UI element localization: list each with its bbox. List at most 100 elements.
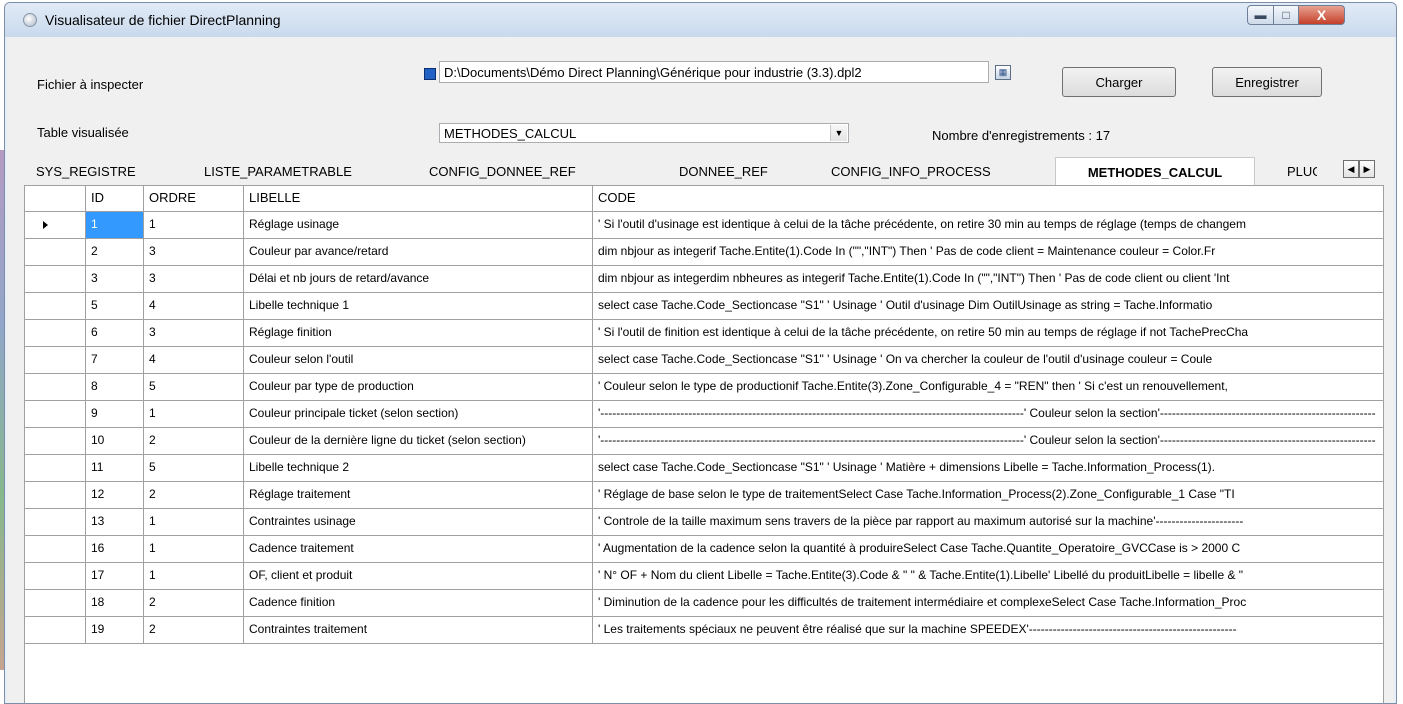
cell-code[interactable]: select case Tache.Code_Sectioncase "S1" … bbox=[593, 293, 1383, 320]
table-row[interactable]: 11 5 Libelle technique 2 select case Tache.… bbox=[25, 455, 1383, 482]
cell-id[interactable]: 11 bbox=[86, 455, 144, 482]
row-selector[interactable] bbox=[25, 293, 86, 320]
column-header-id[interactable]: ID bbox=[86, 186, 144, 212]
cell-libelle[interactable]: Cadence finition bbox=[244, 590, 593, 617]
cell-id[interactable]: 19 bbox=[86, 617, 144, 644]
table-row[interactable]: 13 1 Contraintes usinage ' Controle de la t… bbox=[25, 509, 1383, 536]
cell-code[interactable]: '---------------------------------------… bbox=[593, 428, 1383, 455]
cell-ordre[interactable]: 1 bbox=[144, 212, 244, 239]
cell-libelle[interactable]: Couleur par type de production bbox=[244, 374, 593, 401]
dropdown-arrow-icon[interactable]: ▼ bbox=[830, 125, 847, 141]
cell-ordre[interactable]: 4 bbox=[144, 347, 244, 374]
row-header-corner[interactable] bbox=[25, 186, 86, 212]
cell-ordre[interactable]: 1 bbox=[144, 536, 244, 563]
table-row[interactable]: 12 2 Réglage traitement ' Réglage de base s… bbox=[25, 482, 1383, 509]
maximize-button[interactable]: □ bbox=[1273, 5, 1299, 25]
cell-libelle[interactable]: OF, client et produit bbox=[244, 563, 593, 590]
row-selector[interactable] bbox=[25, 428, 86, 455]
row-selector[interactable] bbox=[25, 563, 86, 590]
cell-ordre[interactable]: 1 bbox=[144, 563, 244, 590]
title-bar[interactable]: Visualisateur de fichier DirectPlanning … bbox=[5, 3, 1396, 37]
cell-ordre[interactable]: 2 bbox=[144, 590, 244, 617]
row-selector[interactable] bbox=[25, 482, 86, 509]
cell-ordre[interactable]: 2 bbox=[144, 428, 244, 455]
cell-id[interactable]: 9 bbox=[86, 401, 144, 428]
cell-libelle[interactable]: Couleur principale ticket (selon section… bbox=[244, 401, 593, 428]
cell-ordre[interactable]: 5 bbox=[144, 374, 244, 401]
cell-code[interactable]: ' N° OF + Nom du client Libelle = Tache.… bbox=[593, 563, 1383, 590]
cell-ordre[interactable]: 4 bbox=[144, 293, 244, 320]
cell-id[interactable]: 6 bbox=[86, 320, 144, 347]
cell-code[interactable]: select case Tache.Code_Sectioncase "S1" … bbox=[593, 455, 1383, 482]
file-path-field[interactable]: D:\Documents\Démo Direct Planning\Généri… bbox=[439, 61, 989, 83]
table-row[interactable]: 5 4 Libelle technique 1 select case Tache.C… bbox=[25, 293, 1383, 320]
tab-plug[interactable]: PLUG bbox=[1287, 164, 1317, 179]
cell-code[interactable]: dim nbjour as integerdim nbheures as int… bbox=[593, 266, 1383, 293]
row-selector[interactable] bbox=[25, 347, 86, 374]
cell-ordre[interactable]: 3 bbox=[144, 266, 244, 293]
table-row[interactable]: 19 2 Contraintes traitement ' Les traitemen… bbox=[25, 617, 1383, 644]
cell-id[interactable]: 1 bbox=[86, 212, 144, 239]
cell-id[interactable]: 10 bbox=[86, 428, 144, 455]
cell-libelle[interactable]: Contraintes traitement bbox=[244, 617, 593, 644]
cell-libelle[interactable]: Libelle technique 1 bbox=[244, 293, 593, 320]
cell-id[interactable]: 3 bbox=[86, 266, 144, 293]
row-selector[interactable] bbox=[25, 401, 86, 428]
tab-liste-parametrable[interactable]: LISTE_PARAMETRABLE bbox=[204, 164, 352, 179]
browse-icon[interactable]: ▦ bbox=[995, 65, 1011, 80]
tab-sys-registre[interactable]: SYS_REGISTRE bbox=[36, 164, 136, 179]
table-row[interactable]: 9 1 Couleur principale ticket (selon secti… bbox=[25, 401, 1383, 428]
table-row[interactable]: 18 2 Cadence finition ' Diminution de la ca… bbox=[25, 590, 1383, 617]
table-row[interactable]: 3 3 Délai et nb jours de retard/avance dim … bbox=[25, 266, 1383, 293]
cell-libelle[interactable]: Couleur par avance/retard bbox=[244, 239, 593, 266]
tab-scroll-left-icon[interactable]: ◀ bbox=[1343, 160, 1359, 178]
cell-libelle[interactable]: Délai et nb jours de retard/avance bbox=[244, 266, 593, 293]
tab-scroll-right-icon[interactable]: ▶ bbox=[1359, 160, 1375, 178]
cell-libelle[interactable]: Couleur de la dernière ligne du ticket (… bbox=[244, 428, 593, 455]
minimize-button[interactable]: ▬ bbox=[1247, 5, 1274, 25]
tab-config-info-process[interactable]: CONFIG_INFO_PROCESS bbox=[831, 164, 991, 179]
column-header-libelle[interactable]: LIBELLE bbox=[244, 186, 593, 212]
cell-ordre[interactable]: 3 bbox=[144, 239, 244, 266]
cell-id[interactable]: 7 bbox=[86, 347, 144, 374]
cell-ordre[interactable]: 2 bbox=[144, 617, 244, 644]
cell-id[interactable]: 2 bbox=[86, 239, 144, 266]
cell-id[interactable]: 13 bbox=[86, 509, 144, 536]
cell-code[interactable]: select case Tache.Code_Sectioncase "S1" … bbox=[593, 347, 1383, 374]
cell-id[interactable]: 16 bbox=[86, 536, 144, 563]
cell-code[interactable]: ' Augmentation de la cadence selon la qu… bbox=[593, 536, 1383, 563]
cell-libelle[interactable]: Couleur selon l'outil bbox=[244, 347, 593, 374]
cell-id[interactable]: 8 bbox=[86, 374, 144, 401]
cell-code[interactable]: '---------------------------------------… bbox=[593, 401, 1383, 428]
load-button[interactable]: Charger bbox=[1062, 67, 1176, 97]
cell-id[interactable]: 18 bbox=[86, 590, 144, 617]
table-row[interactable]: 16 1 Cadence traitement ' Augmentation de l… bbox=[25, 536, 1383, 563]
cell-code[interactable]: ' Diminution de la cadence pour les diff… bbox=[593, 590, 1383, 617]
row-selector[interactable] bbox=[25, 455, 86, 482]
table-row[interactable]: 6 3 Réglage finition ' Si l'outil de finiti… bbox=[25, 320, 1383, 347]
cell-id[interactable]: 12 bbox=[86, 482, 144, 509]
row-selector[interactable] bbox=[25, 374, 86, 401]
column-header-ordre[interactable]: ORDRE bbox=[144, 186, 244, 212]
save-button[interactable]: Enregistrer bbox=[1212, 67, 1322, 97]
table-row[interactable]: 1 1 Réglage usinage ' Si l'outil d'usinage … bbox=[25, 212, 1383, 239]
cell-code[interactable]: ' Couleur selon le type de productionif … bbox=[593, 374, 1383, 401]
table-row[interactable]: 8 5 Couleur par type de production ' Couleu… bbox=[25, 374, 1383, 401]
table-select[interactable]: METHODES_CALCUL ▼ bbox=[439, 123, 849, 143]
cell-id[interactable]: 17 bbox=[86, 563, 144, 590]
cell-code[interactable]: ' Controle de la taille maximum sens tra… bbox=[593, 509, 1383, 536]
cell-ordre[interactable]: 3 bbox=[144, 320, 244, 347]
data-grid[interactable]: ID ORDRE LIBELLE CODE 1 1 Réglage usinage '… bbox=[24, 185, 1384, 703]
cell-ordre[interactable]: 1 bbox=[144, 509, 244, 536]
cell-libelle[interactable]: Réglage finition bbox=[244, 320, 593, 347]
cell-code[interactable]: ' Si l'outil de finition est identique à… bbox=[593, 320, 1383, 347]
row-selector[interactable] bbox=[25, 509, 86, 536]
row-selector[interactable] bbox=[25, 320, 86, 347]
row-selector[interactable] bbox=[25, 212, 86, 239]
tab-methodes-calcul[interactable]: METHODES_CALCUL bbox=[1055, 157, 1255, 185]
cell-ordre[interactable]: 2 bbox=[144, 482, 244, 509]
cell-code[interactable]: ' Si l'outil d'usinage est identique à c… bbox=[593, 212, 1383, 239]
table-row[interactable]: 17 1 OF, client et produit ' N° OF + Nom du… bbox=[25, 563, 1383, 590]
table-row[interactable]: 7 4 Couleur selon l'outil select case Tache… bbox=[25, 347, 1383, 374]
cell-libelle[interactable]: Réglage traitement bbox=[244, 482, 593, 509]
